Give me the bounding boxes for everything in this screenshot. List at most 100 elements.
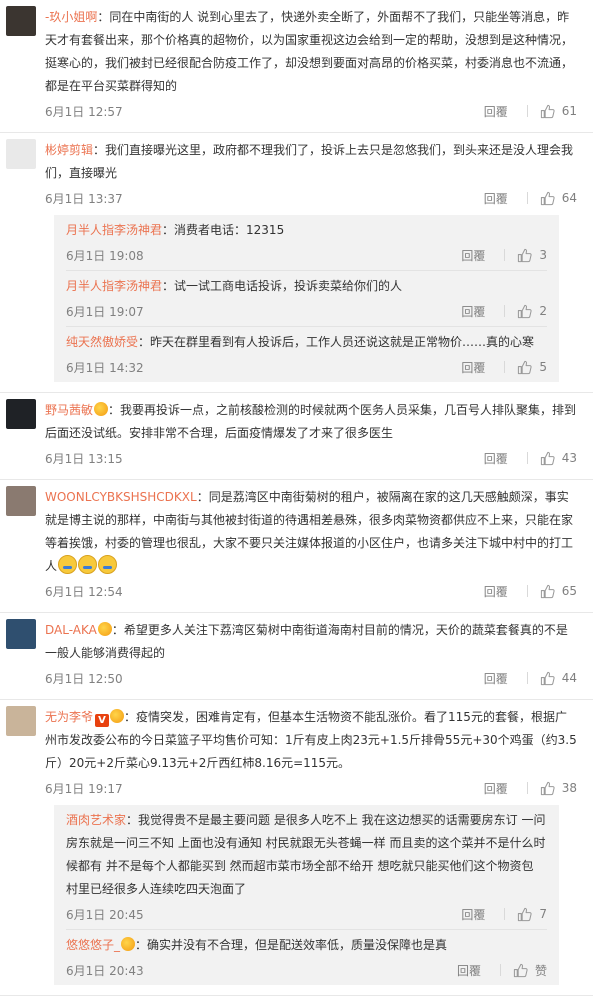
reply-button[interactable]: 回覆 [457,962,481,979]
comment-content: 确实并没有不合理，但是配送效率低，质量没保障也是真 [147,938,448,952]
colon: ： [162,223,175,237]
reply-button[interactable]: 回覆 [484,190,508,207]
like-count: 64 [561,191,577,205]
crying-emoji-icon [58,555,78,574]
like-count: 7 [539,907,547,921]
thumbs-up-icon [540,191,555,205]
reply-item: 月半人指李汤神君：消费者电话：12315 6月1日 19:08 回覆 3 [66,215,547,271]
reply-button[interactable]: 回覆 [461,906,485,923]
like-button[interactable]: 64 [540,191,577,206]
crying-emoji-icon [98,555,118,574]
comment-content: 我觉得贵不是最主要问题 是很多人吃不上 我在这边想买的话需要房东订 一问房东就是… [66,813,546,896]
username-link[interactable]: 悠悠悠子_ [66,938,120,952]
comment-text: -玖小姐啊：同在中南街的人 说到心里去了，快递外卖全断了，外面帮不了我们，只能坐… [45,6,577,98]
thumbs-up-icon [540,781,555,795]
comment-item: -玖小姐啊：同在中南街的人 说到心里去了，快递外卖全断了，外面帮不了我们，只能坐… [0,0,593,133]
comment-content: 试一试工商电话投诉，投诉卖菜给你们的人 [174,279,403,293]
reply-button[interactable]: 回覆 [461,359,485,376]
comment-meta: 6月1日 19:07 回覆 2 [66,300,547,322]
reply-item: 悠悠悠子_ ：确实并没有不合理，但是配送效率低，质量没保障也是真 6月1日 20:4… [66,930,547,985]
comment-item: DAL-AKA ：希望更多人关注下荔湾区菊树中南街道海南村目前的情况，天价的蔬菜套… [0,613,593,700]
like-count: 65 [561,584,577,598]
like-button[interactable]: 3 [517,248,547,263]
comment-actions: 回覆 64 [484,190,577,207]
comment-meta: 6月1日 13:37 回覆 64 [45,187,577,209]
colon: ： [138,335,151,349]
colon: ： [196,490,209,504]
username-link[interactable]: WOONLCYBKSHSHCDKXL [45,490,197,504]
reply-item: 月半人指李汤神君：试一试工商电话投诉，投诉卖菜给你们的人 6月1日 19:07 回覆… [66,271,547,327]
username-link[interactable]: -玖小姐啊 [45,10,97,24]
comment-time: 6月1日 20:45 [66,907,144,922]
comment-content: 同在中南街的人 说到心里去了，快递外卖全断了，外面帮不了我们，只能坐等消息，昨天… [45,10,574,93]
action-divider [499,964,501,976]
comment-text: 野马茜敏 ：我要再投诉一点，之前核酸检测的时候就两个医务人员采集，几百号人排队聚集… [45,399,577,445]
comment-meta: 6月1日 19:08 回覆 3 [66,244,547,266]
username-link[interactable]: 酒肉艺术家 [66,813,126,827]
comment-actions: 回覆 61 [484,103,577,120]
like-button[interactable]: 65 [540,584,577,599]
comment-time: 6月1日 19:08 [66,248,144,263]
reply-button[interactable]: 回覆 [484,450,508,467]
like-button[interactable]: 5 [517,360,547,375]
avatar[interactable] [6,619,36,649]
member-badge-icon [110,709,125,723]
thumbs-up-icon [540,451,555,465]
comment-actions: 回覆 5 [461,359,547,376]
thumbs-up-icon [513,963,528,977]
comment-body: 无为李爷 V ：疫情突发，困难肯定有，但基本生活物资不能乱涨价。看了115元的套餐，… [45,706,577,985]
colon: ： [126,813,139,827]
reply-button[interactable]: 回覆 [484,780,508,797]
like-button[interactable]: 44 [540,671,577,686]
comment-meta: 6月1日 13:15 回覆 43 [45,447,577,469]
like-count: 44 [561,671,577,685]
thumbs-up-icon [518,907,532,921]
comment-item: WOONLCYBKSHSHCDKXL：同是荔湾区中南街菊树的租户，被隔离在家的这… [0,480,593,613]
like-count: 赞 [534,963,547,978]
comment-item: 彬婷剪辑：我们直接曝光这里，政府都不理我们了，投诉上去只是忽悠我们，到头来还是没… [0,133,593,393]
reply-button[interactable]: 回覆 [484,670,508,687]
comment-feed: -玖小姐啊 ： 同在中南街的人 说到心里去了，快递外卖全断了，外面帮不了我们，只能坐… [0,0,593,996]
action-divider [504,908,506,920]
reply-button[interactable]: 回覆 [461,303,485,320]
username-link[interactable]: 无为李爷 [45,710,93,724]
avatar[interactable] [6,706,36,736]
username-link[interactable]: 彬婷剪辑 [45,143,93,157]
reply-item: 纯天然傲娇受：昨天在群里看到有人投诉后，工作人员还说这就是正常物价……真的心寒 6… [66,327,547,382]
comment-actions: 回覆 7 [461,906,547,923]
comment-meta: 6月1日 14:32 回覆 5 [66,356,547,378]
comment-text: 酒肉艺术家：我觉得贵不是最主要问题 是很多人吃不上 我在这边想买的话需要房东订 … [66,809,547,901]
avatar[interactable] [6,139,36,169]
comment-body: WOONLCYBKSHSHCDKXL：同是荔湾区中南街菊树的租户，被隔离在家的这… [45,486,577,602]
like-button[interactable]: 43 [540,451,577,466]
username-link[interactable]: 纯天然傲娇受 [66,335,138,349]
username-link[interactable]: 野马茜敏 [45,403,93,417]
comment-time: 6月1日 14:32 [66,360,144,375]
comment-content: 昨天在群里看到有人投诉后，工作人员还说这就是正常物价……真的心寒 [150,335,535,349]
member-badge-icon [94,402,109,416]
like-button[interactable]: 赞 [513,962,547,979]
like-button[interactable]: 2 [517,304,547,319]
colon: ： [108,403,121,417]
like-button[interactable]: 38 [540,781,577,796]
avatar[interactable] [6,6,36,36]
username-link[interactable]: 月半人指李汤神君 [66,279,162,293]
comment-time: 6月1日 19:07 [66,304,144,319]
comment-actions: 回覆 65 [484,583,577,600]
reply-button[interactable]: 回覆 [484,103,508,120]
avatar[interactable] [6,486,36,516]
like-button[interactable]: 7 [517,907,547,922]
comment-text: 月半人指李汤神君：消费者电话：12315 [66,219,547,242]
action-divider [504,249,506,261]
reply-button[interactable]: 回覆 [461,247,485,264]
comment-text: 悠悠悠子_ ：确实并没有不合理，但是配送效率低，质量没保障也是真 [66,934,547,957]
username-link[interactable]: DAL-AKA [45,623,97,637]
reply-button[interactable]: 回覆 [484,583,508,600]
username-link[interactable]: 月半人指李汤神君 [66,223,162,237]
comment-actions: 回覆 43 [484,450,577,467]
avatar[interactable] [6,399,36,429]
comment-meta: 6月1日 12:50 回覆 44 [45,667,577,689]
colon: ： [162,279,175,293]
like-button[interactable]: 61 [540,104,577,119]
comment-content: 希望更多人关注下荔湾区菊树中南街道海南村目前的情况，天价的蔬菜套餐真的不是一般人… [45,623,568,660]
